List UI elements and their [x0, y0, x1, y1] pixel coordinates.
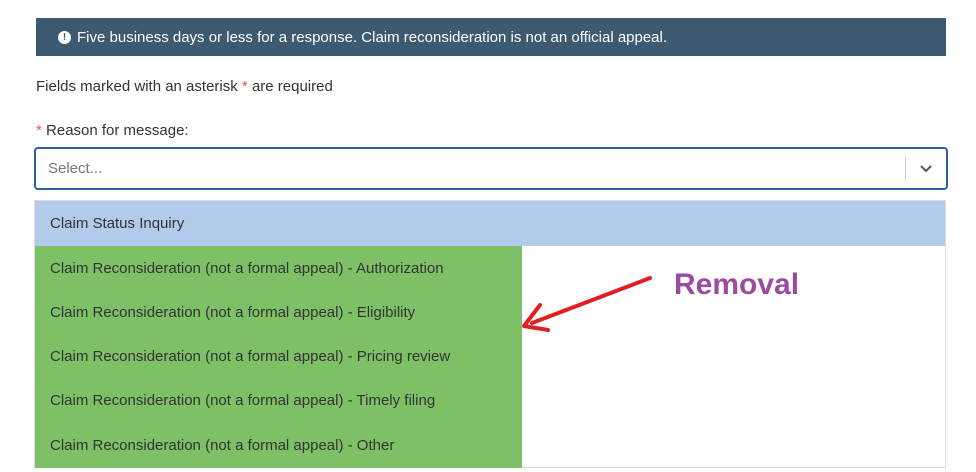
required-fields-note: Fields marked with an asterisk * are req… — [36, 78, 333, 95]
banner-text: Five business days or less for a respons… — [77, 28, 668, 46]
option-reconsideration-other[interactable]: Claim Reconsideration (not a formal appe… — [35, 422, 522, 468]
option-reconsideration-pricing-review[interactable]: Claim Reconsideration (not a formal appe… — [35, 334, 522, 378]
required-note-suffix: are required — [251, 78, 333, 95]
option-label: Claim Reconsideration (not a formal appe… — [50, 347, 451, 365]
option-label: Claim Status Inquiry — [50, 215, 185, 232]
info-icon: ! — [58, 30, 71, 44]
select-placeholder[interactable]: Select... — [36, 160, 905, 177]
option-label: Claim Reconsideration (not a formal appe… — [50, 436, 395, 454]
required-note-text: Fields marked with an asterisk — [36, 78, 238, 95]
required-asterisk: * — [241, 78, 248, 95]
reason-dropdown-menu: Claim Status Inquiry Claim Reconsiderati… — [34, 200, 946, 468]
option-label: Claim Reconsideration (not a formal appe… — [50, 303, 416, 321]
removal-annotation: Removal — [674, 268, 800, 301]
chevron-down-icon[interactable] — [906, 149, 946, 188]
reason-select[interactable]: Select... — [34, 147, 948, 190]
reason-label-text: Reason for message: — [46, 122, 189, 139]
option-reconsideration-authorization[interactable]: Claim Reconsideration (not a formal appe… — [35, 246, 522, 290]
option-label: Claim Reconsideration (not a formal appe… — [50, 391, 436, 409]
option-reconsideration-eligibility[interactable]: Claim Reconsideration (not a formal appe… — [35, 290, 522, 334]
option-reconsideration-timely-filing[interactable]: Claim Reconsideration (not a formal appe… — [35, 378, 522, 422]
option-label: Claim Reconsideration (not a formal appe… — [50, 259, 444, 277]
option-claim-status-inquiry[interactable]: Claim Status Inquiry — [35, 201, 945, 246]
reason-label: * Reason for message: — [36, 122, 189, 139]
info-banner: ! Five business days or less for a respo… — [36, 18, 946, 56]
annotation-arrow — [522, 276, 652, 332]
reason-required-asterisk: * — [36, 122, 42, 139]
